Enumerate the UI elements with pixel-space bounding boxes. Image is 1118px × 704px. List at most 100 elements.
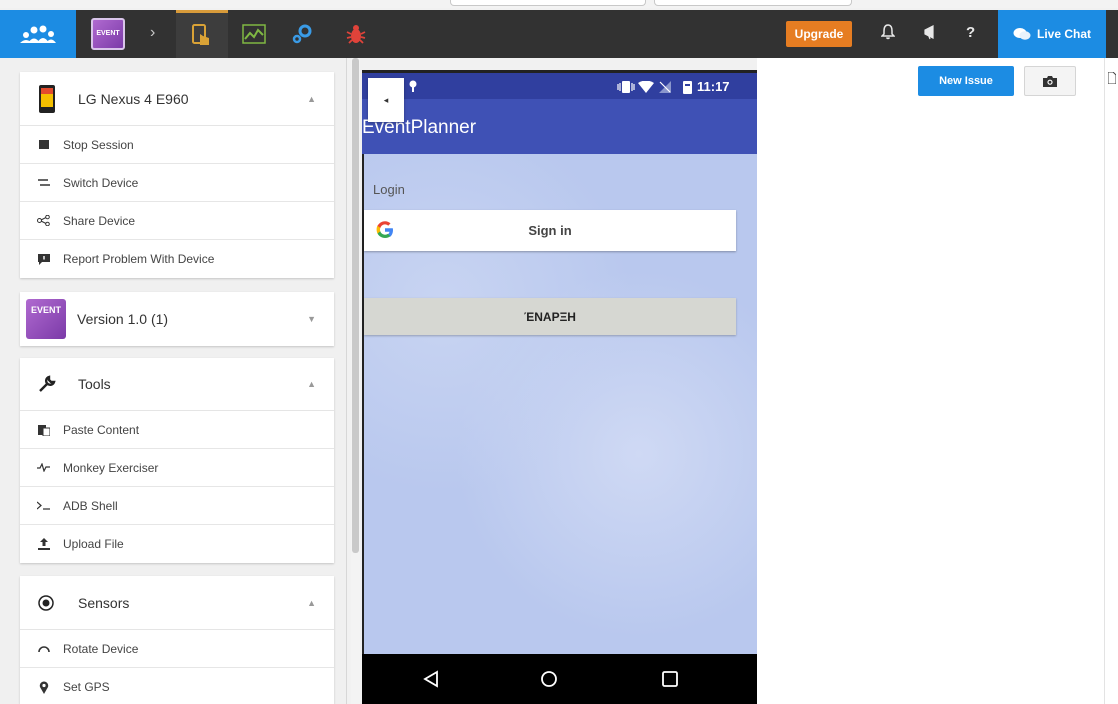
gears-icon [292, 24, 312, 44]
tab-performance[interactable] [242, 22, 266, 46]
google-sign-in-button[interactable]: Sign in [364, 210, 736, 251]
set-gps-item[interactable]: Set GPS [20, 668, 334, 704]
chat-bubble-icon [1013, 28, 1031, 40]
share-device-item[interactable]: Share Device [20, 202, 334, 240]
app-thumbnail[interactable]: EVENT [91, 18, 125, 50]
tools-title: Tools [78, 376, 111, 392]
rotate-device-label: Rotate Device [63, 641, 139, 656]
right-edge-panel [1104, 58, 1118, 704]
rotate-device-item[interactable]: Rotate Device [20, 630, 334, 668]
breadcrumb-arrow-icon: › [150, 24, 156, 41]
upload-icon [37, 538, 50, 551]
chart-icon [242, 24, 266, 44]
collapse-chevron-icon[interactable]: ▲ [307, 598, 316, 608]
adb-shell-label: ADB Shell [63, 498, 118, 513]
browser-tab[interactable] [450, 0, 646, 6]
paste-content-label: Paste Content [63, 422, 140, 437]
share-icon [37, 214, 50, 227]
expand-chevron-icon[interactable]: ▼ [307, 314, 316, 324]
paste-icon [37, 423, 50, 436]
switch-device-item[interactable]: Switch Device [20, 164, 334, 202]
right-panel [757, 58, 1118, 704]
sensor-icon [38, 594, 54, 611]
scrollbar-thumb[interactable] [352, 58, 359, 553]
document-icon [1108, 72, 1116, 84]
android-status-bar: 11:17 [362, 73, 757, 99]
share-device-label: Share Device [63, 213, 136, 228]
adb-shell-item[interactable]: ADB Shell [20, 487, 334, 525]
recents-nav-icon[interactable] [662, 671, 678, 687]
version-label: Version 1.0 (1) [77, 311, 169, 327]
wifi-icon [638, 81, 654, 93]
touch-device-icon [192, 23, 209, 45]
top-toolbar: EVENT › Upgrade ? Live Chat [0, 10, 1118, 58]
monkey-exerciser-item[interactable]: Monkey Exerciser [20, 449, 334, 487]
switch-device-label: Switch Device [63, 175, 139, 190]
device-screen[interactable]: 11:17 EventPlanner Login Sign in ΈΝΑΡΞΗ [362, 70, 757, 704]
paste-content-item[interactable]: Paste Content [20, 411, 334, 449]
home-nav-icon[interactable] [540, 670, 558, 688]
tab-bugs[interactable] [344, 22, 368, 46]
rotate-icon [37, 642, 50, 655]
browser-tab[interactable] [654, 0, 852, 6]
crowd-logo-icon [20, 25, 56, 43]
version-card: EVENT Version 1.0 (1) ▼ [20, 292, 334, 346]
app-bar: EventPlanner [362, 99, 757, 154]
sensors-title: Sensors [78, 594, 130, 611]
collapse-chevron-icon[interactable]: ▲ [307, 94, 316, 104]
device-name: LG Nexus 4 E960 [78, 90, 189, 107]
report-icon [37, 253, 50, 266]
signal-off-icon [659, 81, 671, 93]
tab-interact[interactable] [176, 10, 228, 58]
upload-file-label: Upload File [63, 537, 124, 551]
camera-icon [1043, 75, 1057, 87]
sensors-card-header[interactable]: Sensors ▲ [20, 576, 334, 630]
terminal-icon [37, 499, 50, 512]
notifications-icon[interactable] [880, 24, 896, 44]
device-card: LG Nexus 4 E960 ▲ Stop Session Switch De… [20, 72, 334, 278]
new-issue-button[interactable]: New Issue [918, 66, 1014, 96]
screenshot-button[interactable] [1024, 66, 1076, 96]
tools-card: Tools ▲ Paste Content Monkey Exerciser A… [20, 358, 334, 563]
login-label: Login [373, 182, 405, 197]
vibrate-icon [617, 81, 635, 93]
wrench-icon [39, 375, 56, 392]
switch-icon [37, 176, 50, 189]
tools-card-header[interactable]: Tools ▲ [20, 358, 334, 411]
browser-tab-strip [0, 0, 1118, 8]
version-card-header[interactable]: EVENT Version 1.0 (1) ▼ [20, 292, 334, 346]
sign-in-label: Sign in [528, 223, 572, 238]
announcements-icon[interactable] [924, 24, 940, 44]
battery-icon [683, 81, 692, 94]
logo[interactable] [0, 10, 76, 58]
live-chat-button[interactable]: Live Chat [998, 10, 1106, 58]
sidebar-scrollbar[interactable] [351, 58, 360, 704]
sensors-card: Sensors ▲ Rotate Device Set GPS [20, 576, 334, 704]
android-nav-bar [362, 654, 757, 704]
help-icon[interactable]: ? [966, 24, 975, 41]
stop-session-label: Stop Session [63, 137, 134, 152]
start-button[interactable]: ΈΝΑΡΞΗ [364, 298, 736, 335]
notification-icon [409, 80, 417, 92]
report-problem-item[interactable]: Report Problem With Device [20, 240, 334, 278]
device-card-header[interactable]: LG Nexus 4 E960 ▲ [20, 72, 334, 126]
live-chat-label: Live Chat [1036, 27, 1091, 41]
collapse-chevron-icon[interactable]: ▲ [307, 379, 316, 389]
back-nav-icon[interactable] [422, 670, 440, 688]
stop-session-item[interactable]: Stop Session [20, 126, 334, 164]
phone-device-icon [39, 84, 55, 113]
upgrade-button[interactable]: Upgrade [786, 21, 852, 47]
set-gps-label: Set GPS [63, 680, 110, 694]
tab-settings[interactable] [290, 22, 314, 46]
report-problem-label: Report Problem With Device [63, 252, 215, 266]
status-time: 11:17 [697, 79, 730, 94]
monkey-icon [37, 461, 50, 474]
upload-file-item[interactable]: Upload File [20, 525, 334, 563]
app-content: Login Sign in ΈΝΑΡΞΗ [364, 154, 757, 654]
app-version-thumb: EVENT [26, 299, 66, 339]
collapse-panel-button[interactable]: ◂ [368, 78, 404, 122]
gps-icon [37, 681, 50, 694]
bug-icon [346, 25, 366, 44]
stop-icon [37, 138, 50, 151]
monkey-exerciser-label: Monkey Exerciser [63, 460, 159, 475]
